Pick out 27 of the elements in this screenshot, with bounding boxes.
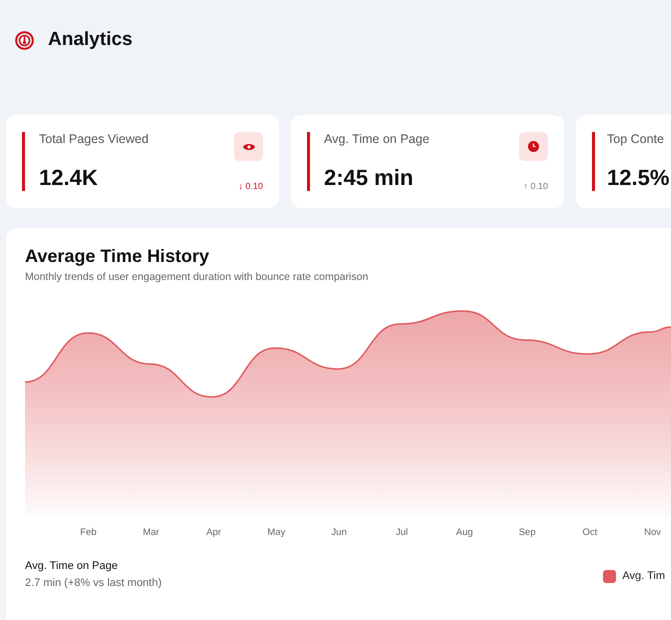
summary-label: Avg. Time on Page (25, 560, 119, 572)
stat-value: 2:45 min (324, 165, 414, 191)
stat-label: Top Conte (607, 132, 665, 146)
page-title: Analytics (48, 29, 132, 51)
stat-value: 12.4K (39, 165, 99, 191)
legend-label: Avg. Tim (622, 570, 665, 582)
trend-change: ↑ 0.10 (523, 181, 548, 191)
clock-icon (528, 141, 539, 152)
trend-change: ↓ 0.10 (238, 181, 263, 191)
stat-label: Avg. Time on Page (324, 132, 430, 146)
month-label: Aug (455, 527, 474, 538)
month-label: May (266, 527, 286, 538)
month-label: Feb (79, 527, 98, 538)
month-label: Jul (394, 527, 409, 538)
stat-value: 12.5% (607, 165, 670, 191)
month-label: Jun (330, 527, 348, 538)
gauge-icon (15, 30, 34, 50)
stat-label: Total Pages Viewed (39, 132, 150, 146)
chart-title: Average Time History (25, 246, 210, 267)
month-label: Sep (518, 527, 537, 538)
month-label: Mar (142, 527, 160, 538)
eye-icon (242, 142, 254, 150)
month-label: Apr (205, 527, 222, 538)
summary-value: 2.7 min (+8% vs last month) (25, 577, 162, 589)
month-label: Oct (581, 527, 598, 538)
chart-subtitle: Monthly trends of user engagement duration with bounce rate comparison (25, 271, 370, 283)
month-label: Nov (643, 527, 662, 538)
